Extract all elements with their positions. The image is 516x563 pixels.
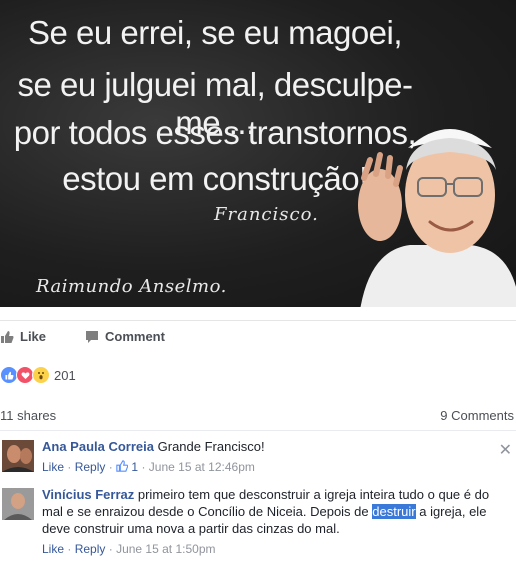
thumbs-up-icon — [116, 460, 129, 472]
comment-body: Vinícius Ferraz primeiro tem que descons… — [42, 486, 497, 558]
quote-line-1: Se eu errei, se eu magoei, — [27, 14, 403, 51]
wow-icon — [32, 366, 50, 384]
comment-body: Ana Paula Correia Grande Francisco! Like… — [42, 438, 497, 476]
comment-button-label: Comment — [105, 329, 165, 344]
comment-meta: Like · Reply · 1 · June 15 at 12:46pm — [42, 460, 255, 474]
avatar[interactable] — [2, 440, 34, 472]
image-credit: Raimundo Anselmo. — [36, 276, 227, 297]
comment-reply-link[interactable]: Reply — [75, 542, 106, 556]
comment-timestamp[interactable]: June 15 at 12:46pm — [149, 460, 255, 474]
avatar[interactable] — [2, 488, 34, 520]
comment-reply-link[interactable]: Reply — [75, 460, 106, 474]
reaction-count: 201 — [54, 367, 76, 383]
comment-icon — [86, 330, 98, 343]
like-button[interactable]: Like — [0, 329, 46, 344]
reactions-summary[interactable]: 201 — [0, 366, 76, 384]
comments-count-link[interactable]: 9 Comments — [440, 408, 514, 423]
post-stats: 11 shares 9 Comments — [0, 400, 516, 431]
comment-like-count[interactable]: 1 — [131, 460, 138, 474]
comment-meta: Like · Reply · June 15 at 1:50pm — [42, 542, 216, 556]
comment-like-link[interactable]: Like — [42, 460, 64, 474]
like-button-label: Like — [20, 329, 47, 344]
comment-text: Grande Francisco! — [157, 439, 265, 454]
comment-button[interactable]: Comment — [85, 329, 165, 344]
thumbs-up-icon — [1, 330, 14, 343]
selected-text: destruir — [372, 504, 416, 519]
comment-timestamp[interactable]: June 15 at 1:50pm — [116, 542, 215, 556]
comment-author[interactable]: Ana Paula Correia — [42, 439, 154, 454]
post-action-bar: Like Comment — [0, 320, 516, 357]
comment-like-link[interactable]: Like — [42, 542, 64, 556]
pope-portrait — [358, 129, 516, 307]
post-image[interactable]: Se eu errei, se eu magoei, se eu julguei… — [0, 0, 516, 307]
close-icon[interactable]: ✕ — [499, 440, 512, 460]
quote-signature: Francisco. — [214, 204, 319, 225]
shares-link[interactable]: 11 shares — [0, 408, 56, 423]
comment-author[interactable]: Vinícius Ferraz — [42, 487, 134, 502]
